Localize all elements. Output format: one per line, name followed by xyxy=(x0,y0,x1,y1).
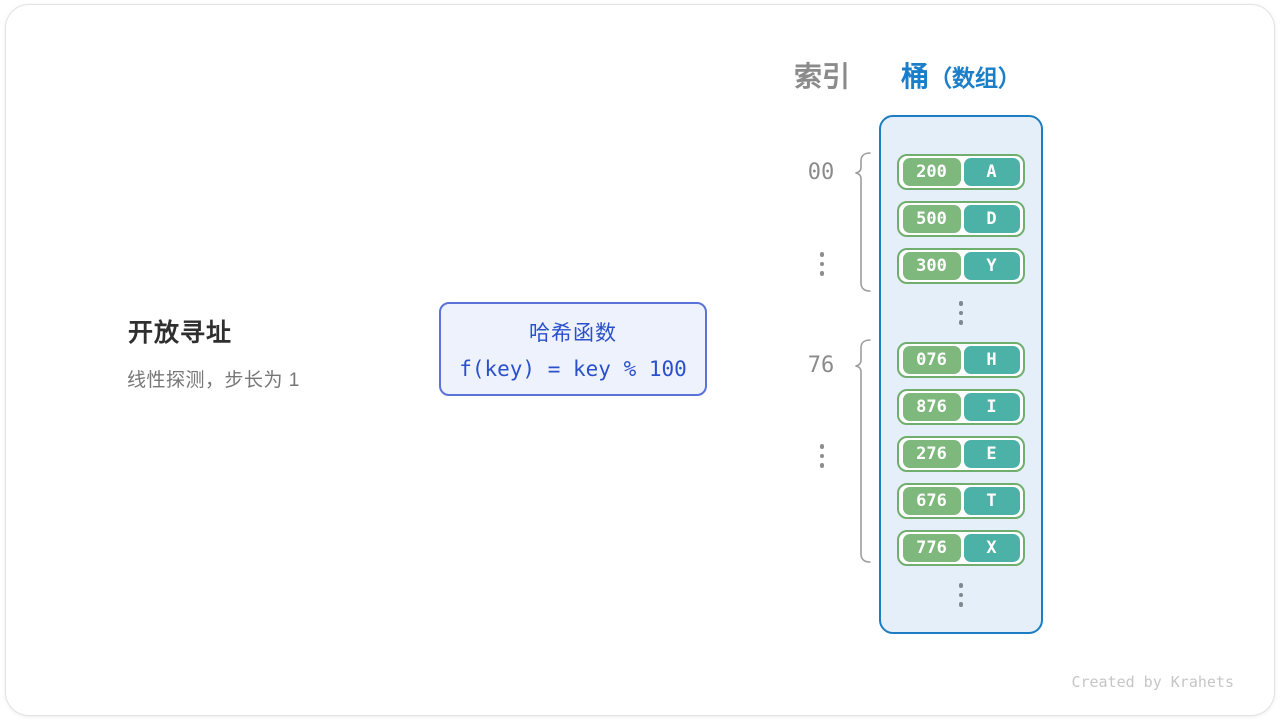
pair-key: 076 xyxy=(903,346,961,374)
bucket-pair: 300 Y xyxy=(897,248,1025,284)
bucket-ellipsis-icon xyxy=(959,295,964,331)
index-ellipsis-icon xyxy=(817,444,827,468)
bucket-pair: 500 D xyxy=(897,201,1025,237)
bucket-label-suffix: （数组） xyxy=(929,65,1021,91)
pair-value: Y xyxy=(964,252,1020,280)
hash-function-box: 哈希函数 f(key) = key % 100 xyxy=(439,302,707,396)
pair-key: 500 xyxy=(903,205,961,233)
bucket-pair: 200 A xyxy=(897,154,1025,190)
bucket-ellipsis-icon xyxy=(959,577,964,613)
hash-function-title: 哈希函数 xyxy=(529,317,617,347)
bucket-column-header: 桶（数组） xyxy=(879,55,1043,95)
page-subtitle: 线性探测，步长为 1 xyxy=(127,365,300,392)
pair-value: I xyxy=(964,393,1020,421)
bucket-label: 桶 xyxy=(901,61,929,92)
index-label-76: 76 xyxy=(796,353,846,378)
brace-icon xyxy=(850,338,872,564)
index-ellipsis-icon xyxy=(817,252,827,276)
index-label-00: 00 xyxy=(796,160,846,185)
pair-value: X xyxy=(964,534,1020,562)
pair-value: A xyxy=(964,158,1020,186)
bucket-pair: 076 H xyxy=(897,342,1025,378)
pair-value: T xyxy=(964,487,1020,515)
pair-key: 876 xyxy=(903,393,961,421)
pair-key: 300 xyxy=(903,252,961,280)
pair-value: H xyxy=(964,346,1020,374)
pair-key: 676 xyxy=(903,487,961,515)
index-column-header: 索引 xyxy=(787,55,857,95)
page-title: 开放寻址 xyxy=(128,313,232,349)
bucket-pair: 876 I xyxy=(897,389,1025,425)
watermark: Created by Krahets xyxy=(1071,673,1234,691)
pair-key: 276 xyxy=(903,440,961,468)
bucket-pair: 276 E xyxy=(897,436,1025,472)
pair-key: 776 xyxy=(903,534,961,562)
brace-icon xyxy=(850,151,872,293)
pair-value: E xyxy=(964,440,1020,468)
bucket-array: 200 A 500 D 300 Y 076 H 876 I 276 E 676 … xyxy=(879,115,1043,634)
bucket-pair: 776 X xyxy=(897,530,1025,566)
bucket-pair: 676 T xyxy=(897,483,1025,519)
hash-function-formula: f(key) = key % 100 xyxy=(459,357,687,381)
diagram-card: 开放寻址 线性探测，步长为 1 哈希函数 f(key) = key % 100 … xyxy=(5,4,1275,716)
pair-value: D xyxy=(964,205,1020,233)
pair-key: 200 xyxy=(903,158,961,186)
